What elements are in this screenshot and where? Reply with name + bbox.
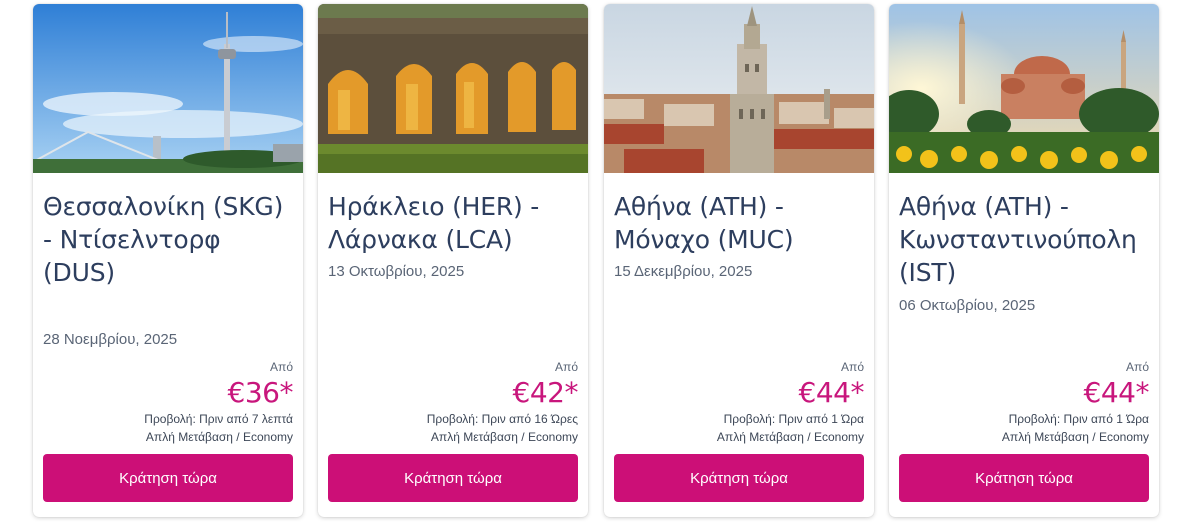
price-value: €42* xyxy=(512,376,579,409)
destination-image[interactable] xyxy=(318,4,588,173)
price-value: €44* xyxy=(1083,376,1150,409)
route-title[interactable]: Αθήνα (ATH) - Κωνσταντινούπολη (IST) xyxy=(899,190,1151,289)
route-title[interactable]: Ηράκλειο (HER) - Λάρνακα (LCA) xyxy=(328,190,580,256)
price-block: Από €44* Προβολή: Πριν από 1 Ώρα Απλή Με… xyxy=(716,360,865,446)
flight-date: 13 Οκτωβρίου, 2025 xyxy=(328,263,465,280)
deal-card[interactable]: Αθήνα (ATH) - Μόναχο (MUC) 15 Δεκεμβρίου… xyxy=(604,4,874,517)
price-from-label: Από xyxy=(841,360,864,374)
viewed-ago: Προβολή: Πριν από 16 Ώρες xyxy=(426,412,578,426)
route-title[interactable]: Θεσσαλονίκη (SKG) - Ντίσελντορφ (DUS) xyxy=(43,190,295,289)
price-value: €36* xyxy=(227,376,294,409)
destination-image[interactable] xyxy=(33,4,303,173)
flight-date: 15 Δεκεμβρίου, 2025 xyxy=(614,263,753,280)
book-now-button[interactable]: Κράτηση τώρα xyxy=(614,454,864,502)
flight-date: 06 Οκτωβρίου, 2025 xyxy=(899,297,1036,314)
price-from-label: Από xyxy=(555,360,578,374)
viewed-ago: Προβολή: Πριν από 1 Ώρα xyxy=(1008,412,1149,426)
trip-type: Απλή Μετάβαση / Economy xyxy=(716,430,864,444)
destination-image[interactable] xyxy=(604,4,874,173)
flight-date: 28 Νοεμβρίου, 2025 xyxy=(43,331,178,348)
book-now-button[interactable]: Κράτηση τώρα xyxy=(328,454,578,502)
deal-card[interactable]: Ηράκλειο (HER) - Λάρνακα (LCA) 13 Οκτωβρ… xyxy=(318,4,588,517)
viewed-ago: Προβολή: Πριν από 7 λεπτά xyxy=(144,412,293,426)
deals-row: Θεσσαλονίκη (SKG) - Ντίσελντορφ (DUS) 28… xyxy=(0,0,1200,526)
book-now-button[interactable]: Κράτηση τώρα xyxy=(43,454,293,502)
viewed-ago: Προβολή: Πριν από 1 Ώρα xyxy=(723,412,864,426)
price-block: Από €42* Προβολή: Πριν από 16 Ώρες Απλή … xyxy=(426,360,579,446)
trip-type: Απλή Μετάβαση / Economy xyxy=(430,430,578,444)
price-block: Από €44* Προβολή: Πριν από 1 Ώρα Απλή Με… xyxy=(1001,360,1150,446)
trip-type: Απλή Μετάβαση / Economy xyxy=(1001,430,1149,444)
deal-card[interactable]: Θεσσαλονίκη (SKG) - Ντίσελντορφ (DUS) 28… xyxy=(33,4,303,517)
book-now-button[interactable]: Κράτηση τώρα xyxy=(899,454,1149,502)
price-block: Από €36* Προβολή: Πριν από 7 λεπτά Απλή … xyxy=(144,360,293,446)
price-from-label: Από xyxy=(270,360,293,374)
price-value: €44* xyxy=(798,376,865,409)
trip-type: Απλή Μετάβαση / Economy xyxy=(145,430,293,444)
price-from-label: Από xyxy=(1126,360,1149,374)
deal-card[interactable]: Αθήνα (ATH) - Κωνσταντινούπολη (IST) 06 … xyxy=(889,4,1159,517)
route-title[interactable]: Αθήνα (ATH) - Μόναχο (MUC) xyxy=(614,190,866,256)
destination-image[interactable] xyxy=(889,4,1159,173)
